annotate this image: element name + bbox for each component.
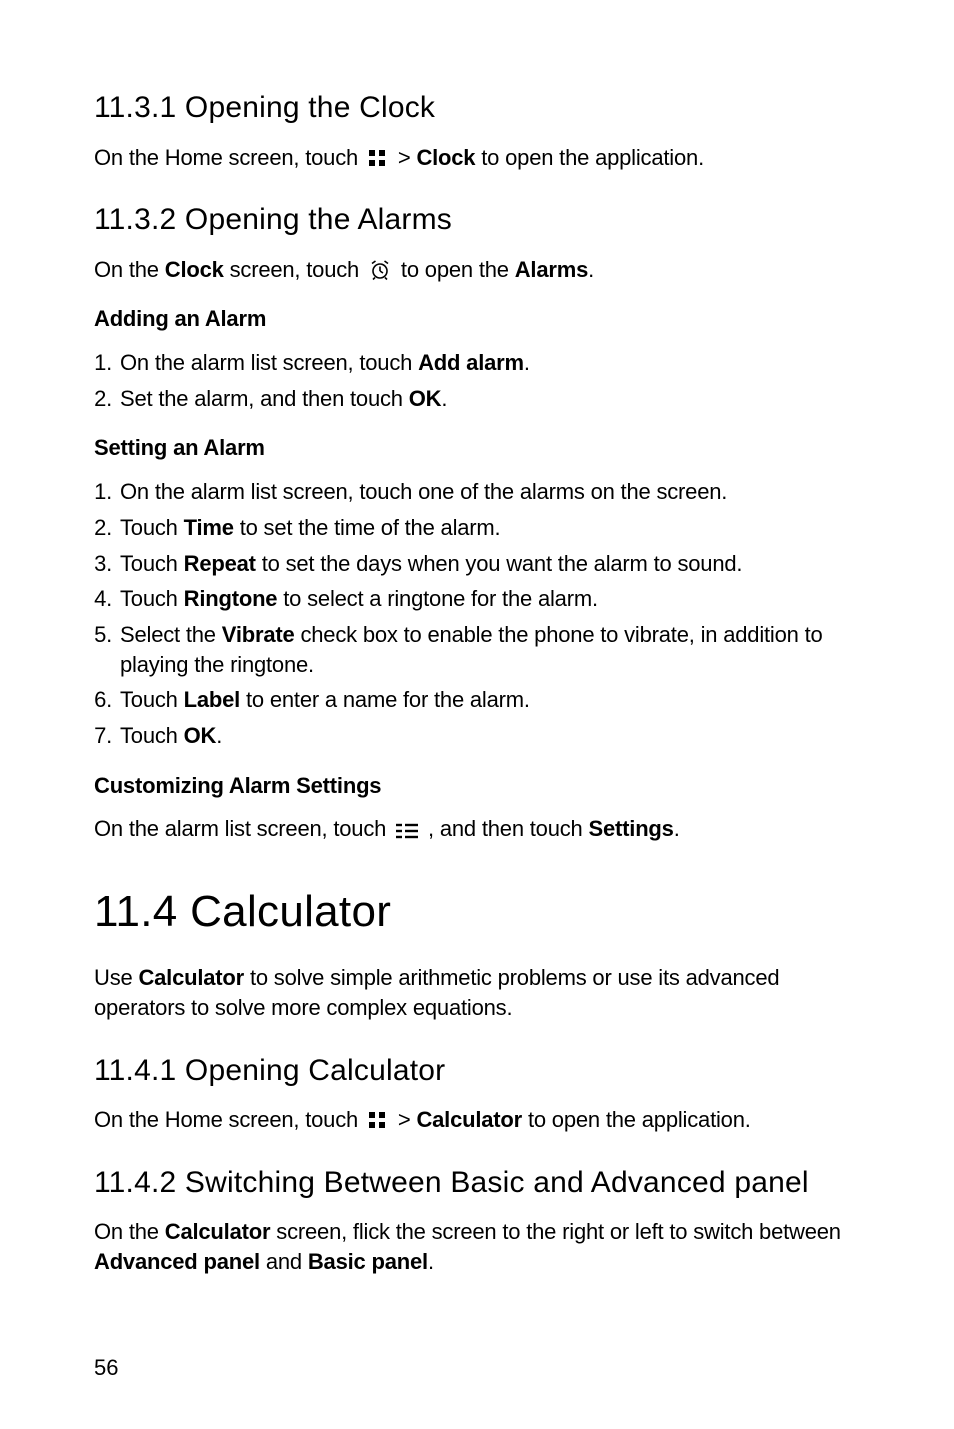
text: to enter a name for the alarm. bbox=[240, 687, 530, 712]
list-item: Select the Vibrate check box to enable t… bbox=[118, 620, 860, 679]
list-item: Set the alarm, and then touch OK. bbox=[118, 384, 860, 414]
ordered-list: On the alarm list screen, touch one of t… bbox=[94, 477, 860, 751]
text: > bbox=[398, 1107, 417, 1132]
heading-11-4-1: 11.4.1 Opening Calculator bbox=[94, 1051, 860, 1092]
subheading-customizing-alarm: Customizing Alarm Settings bbox=[94, 771, 860, 801]
text: Touch bbox=[120, 687, 184, 712]
list-item: On the alarm list screen, touch Add alar… bbox=[118, 348, 860, 378]
text: Touch bbox=[120, 723, 184, 748]
list-item: On the alarm list screen, touch one of t… bbox=[118, 477, 860, 507]
apps-grid-icon bbox=[368, 149, 388, 169]
text: to open the application. bbox=[475, 145, 704, 170]
ordered-list: On the alarm list screen, touch Add alar… bbox=[94, 348, 860, 413]
text: On the bbox=[94, 257, 165, 282]
text: On the alarm list screen, touch one of t… bbox=[120, 479, 727, 504]
text-bold: Add alarm bbox=[418, 350, 524, 375]
text: and bbox=[260, 1249, 308, 1274]
apps-grid-icon bbox=[368, 1111, 388, 1131]
text: to set the days when you want the alarm … bbox=[256, 551, 743, 576]
text: to open the bbox=[401, 257, 515, 282]
text-bold: Time bbox=[184, 515, 234, 540]
text-bold: Advanced panel bbox=[94, 1249, 260, 1274]
list-item: Touch Repeat to set the days when you wa… bbox=[118, 549, 860, 579]
text-bold: Settings bbox=[589, 816, 674, 841]
text-bold: Alarms bbox=[515, 257, 588, 282]
text: screen, flick the screen to the right or… bbox=[270, 1219, 840, 1244]
paragraph: On the Clock screen, touch to open the A… bbox=[94, 255, 860, 285]
text: . bbox=[674, 816, 680, 841]
text-bold: Calculator bbox=[138, 965, 244, 990]
text: Touch bbox=[120, 551, 184, 576]
page-number: 56 bbox=[94, 1353, 118, 1383]
alarm-clock-icon bbox=[369, 259, 391, 281]
text: . bbox=[428, 1249, 434, 1274]
text-bold: Basic panel bbox=[308, 1249, 428, 1274]
text: , and then touch bbox=[428, 816, 589, 841]
text: Select the bbox=[120, 622, 222, 647]
text-bold: Vibrate bbox=[222, 622, 295, 647]
text: to open the application. bbox=[522, 1107, 751, 1132]
heading-11-4-2: 11.4.2 Switching Between Basic and Advan… bbox=[94, 1163, 860, 1204]
text-bold: Calculator bbox=[165, 1219, 271, 1244]
text: screen, touch bbox=[224, 257, 365, 282]
text-bold: Calculator bbox=[416, 1107, 522, 1132]
text: On the bbox=[94, 1219, 165, 1244]
paragraph: Use Calculator to solve simple arithmeti… bbox=[94, 963, 860, 1022]
text: Touch bbox=[120, 586, 184, 611]
paragraph: On the alarm list screen, touch , and th… bbox=[94, 814, 860, 844]
text: Set the alarm, and then touch bbox=[120, 386, 409, 411]
paragraph: On the Calculator screen, flick the scre… bbox=[94, 1217, 860, 1276]
paragraph: On the Home screen, touch > Calculator t… bbox=[94, 1105, 860, 1135]
list-item: Touch Time to set the time of the alarm. bbox=[118, 513, 860, 543]
text: Touch bbox=[120, 515, 184, 540]
menu-lines-icon bbox=[396, 822, 418, 840]
list-item: Touch OK. bbox=[118, 721, 860, 751]
text-bold: Clock bbox=[165, 257, 224, 282]
heading-11-3-2: 11.3.2 Opening the Alarms bbox=[94, 200, 860, 241]
list-item: Touch Label to enter a name for the alar… bbox=[118, 685, 860, 715]
subheading-setting-alarm: Setting an Alarm bbox=[94, 433, 860, 463]
text-bold: Ringtone bbox=[184, 586, 278, 611]
text: . bbox=[588, 257, 594, 282]
text: > bbox=[398, 145, 417, 170]
heading-11-3-1: 11.3.1 Opening the Clock bbox=[94, 88, 860, 129]
text: . bbox=[216, 723, 222, 748]
heading-11-4: 11.4 Calculator bbox=[94, 882, 860, 941]
text: . bbox=[441, 386, 447, 411]
text: On the alarm list screen, touch bbox=[94, 816, 392, 841]
text-bold: OK bbox=[409, 386, 442, 411]
text-bold: OK bbox=[184, 723, 217, 748]
text-bold: Clock bbox=[416, 145, 475, 170]
text: to select a ringtone for the alarm. bbox=[277, 586, 598, 611]
subheading-adding-alarm: Adding an Alarm bbox=[94, 304, 860, 334]
text: . bbox=[524, 350, 530, 375]
paragraph: On the Home screen, touch > Clock to ope… bbox=[94, 143, 860, 173]
text: Use bbox=[94, 965, 138, 990]
text-bold: Repeat bbox=[184, 551, 256, 576]
text: On the alarm list screen, touch bbox=[120, 350, 418, 375]
text: On the Home screen, touch bbox=[94, 1107, 364, 1132]
text: to set the time of the alarm. bbox=[234, 515, 501, 540]
list-item: Touch Ringtone to select a ringtone for … bbox=[118, 584, 860, 614]
text-bold: Label bbox=[184, 687, 240, 712]
text: On the Home screen, touch bbox=[94, 145, 364, 170]
